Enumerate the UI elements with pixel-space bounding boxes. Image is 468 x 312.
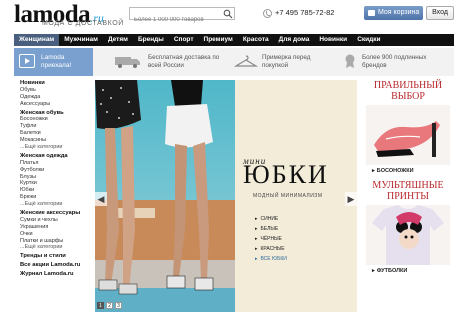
promo-title-line2: ВЫБОР [391, 91, 425, 102]
banner-title: ЮБКИ [243, 160, 329, 189]
sidebar-item[interactable]: Мокасины [14, 137, 93, 144]
sidebar-item[interactable]: Платки и шарфы [14, 238, 93, 245]
sidebar-trends[interactable]: Тренды и стили [14, 253, 93, 260]
banner-link-white[interactable]: БЕЛЫЕ [255, 224, 287, 234]
benefit-fitting: Примерка перед покупкой [262, 54, 311, 69]
banner-links: СИНИЕ БЕЛЫЕ ЧЁРНЫЕ КРАСНЫЕ ВСЕ ЮБКИ [255, 214, 287, 264]
main-nav: Женщинам Мужчинам Детям Бренды Спорт Пре… [14, 34, 454, 46]
banner-link-black[interactable]: ЧЁРНЫЕ [255, 234, 287, 244]
sidebar-item[interactable]: Украшения [14, 224, 93, 231]
sidebar-item[interactable]: Балетки [14, 130, 93, 137]
promo-line2: приехала! [41, 62, 72, 69]
truck-icon [115, 57, 140, 68]
logo-tagline: МОДА С ДОСТАВКОЙ [42, 20, 124, 27]
banner-link-blue[interactable]: СИНИЕ [255, 214, 287, 224]
cart-label: Моя корзина [378, 9, 420, 16]
benefit-brands: Более 900 подлинных брендов [362, 54, 427, 69]
pager-dot-2[interactable]: 2 [106, 302, 113, 309]
sandal-icon [374, 121, 440, 157]
banner-photo [95, 80, 235, 312]
sidebar-more[interactable]: ...Ещё категории [14, 201, 93, 208]
cart-icon [368, 10, 375, 16]
nav-item-kids[interactable]: Детям [103, 34, 133, 46]
sidebar-item[interactable]: Обувь [14, 87, 93, 94]
promo-title-line2: ПРИНТЫ [386, 191, 430, 202]
logo[interactable]: lamoda.ru МОДА С ДОСТАВКОЙ [14, 1, 123, 29]
promo-card-tshirts[interactable]: МУЛЬТЯШНЫЕ ПРИНТЫ ФУТБОЛКИ [362, 180, 454, 274]
search-box[interactable] [129, 7, 235, 26]
banner-subtitle: МОДНЫЙ МИНИМАЛИЗМ [253, 193, 323, 199]
sidebar-item[interactable]: Сумки и чехлы [14, 217, 93, 224]
slider-pager: 1 2 3 [97, 302, 122, 309]
nav-item-new[interactable]: Новинки [314, 34, 352, 46]
phone-number: +7 495 785-72-82 [275, 8, 335, 17]
site-header: lamoda.ru МОДА С ДОСТАВКОЙ +7 495 785-72… [0, 0, 468, 34]
slider-next-arrow-icon[interactable]: ▶ [345, 192, 357, 206]
tshirt-icon [372, 205, 444, 265]
sidebar-item[interactable]: Платья [14, 160, 93, 167]
sidebar-item[interactable]: Куртки [14, 180, 93, 187]
nav-item-men[interactable]: Мужчинам [59, 34, 103, 46]
sandals-image [366, 105, 450, 165]
sidebar-more[interactable]: ...Ещё категории [14, 244, 93, 251]
nav-item-premium[interactable]: Премиум [199, 34, 238, 46]
tshirt-image [366, 205, 450, 265]
promo-column: ПРАВИЛЬНЫЙ ВЫБОР БОСОНОЖКИ МУЛЬТЯШНЫЕ ПР… [362, 80, 454, 312]
slider-prev-arrow-icon[interactable]: ◀ [95, 192, 107, 206]
pager-dot-3[interactable]: 3 [115, 302, 122, 309]
nav-item-beauty[interactable]: Красота [238, 34, 274, 46]
phone-block: +7 495 785-72-82 [263, 8, 334, 18]
sidebar-item[interactable]: Юбки [14, 187, 93, 194]
phone-icon [263, 8, 272, 18]
sidebar-item[interactable]: Блузы [14, 174, 93, 181]
benefits-bar: Lamoda приехала! Бесплатная доставка по … [14, 48, 454, 76]
promo-caption-tshirts[interactable]: ФУТБОЛКИ [362, 268, 454, 274]
sidebar-journal[interactable]: Журнал Lamoda.ru [14, 271, 93, 278]
promo-line1: Lamoda [41, 54, 65, 61]
search-icon[interactable] [223, 9, 233, 19]
nav-item-women[interactable]: Женщинам [14, 34, 60, 46]
banner-link-all[interactable]: ВСЕ ЮБКИ [255, 254, 287, 264]
sidebar-head-clothes[interactable]: Женская одежда [14, 153, 93, 160]
sidebar-head-accessories[interactable]: Женские аксессуары [14, 210, 93, 217]
cart-button[interactable]: Моя корзина [364, 6, 423, 20]
promo-video[interactable]: Lamoda приехала! [14, 48, 93, 76]
sidebar-item[interactable]: Босоножки [14, 116, 93, 123]
sidebar-head-new[interactable]: Новинки [14, 80, 93, 87]
sidebar-head-shoes[interactable]: Женская обувь [14, 110, 93, 117]
hero-banner[interactable]: мини ЮБКИ МОДНЫЙ МИНИМАЛИЗМ СИНИЕ БЕЛЫЕ … [95, 80, 357, 312]
search-input[interactable] [130, 14, 220, 26]
sidebar-more[interactable]: ...Ещё категории [14, 144, 93, 151]
promo-title-line1: МУЛЬТЯШНЫЕ [372, 180, 444, 191]
play-icon [19, 54, 35, 68]
banner-link-red[interactable]: КРАСНЫЕ [255, 244, 287, 254]
login-button[interactable]: Вход [426, 6, 454, 20]
sidebar-item[interactable]: Брюки [14, 194, 93, 201]
sidebar-item[interactable]: Аксессуары [14, 101, 93, 108]
badge-icon [345, 54, 355, 68]
sidebar-item[interactable]: Футболки [14, 167, 93, 174]
nav-item-home[interactable]: Для дома [274, 34, 315, 46]
sidebar-all-actions[interactable]: Все акции Lamoda.ru [14, 262, 93, 269]
promo-title-line1: ПРАВИЛЬНЫЙ [373, 80, 443, 91]
category-sidebar: Новинки Обувь Одежда Аксессуары Женская … [14, 80, 93, 312]
nav-item-sale[interactable]: Скидки [352, 34, 385, 46]
nav-item-sport[interactable]: Спорт [169, 34, 199, 46]
promo-card-sandals[interactable]: ПРАВИЛЬНЫЙ ВЫБОР БОСОНОЖКИ [362, 80, 454, 174]
sidebar-item[interactable]: Очки [14, 231, 93, 238]
banner-text-panel: мини ЮБКИ МОДНЫЙ МИНИМАЛИЗМ СИНИЕ БЕЛЫЕ … [235, 80, 357, 312]
benefit-delivery: Бесплатная доставка по всей России [148, 54, 220, 69]
sidebar-item[interactable]: Одежда [14, 94, 93, 101]
sidebar-item[interactable]: Туфли [14, 123, 93, 130]
pager-dot-1[interactable]: 1 [97, 302, 104, 309]
hanger-icon [234, 55, 258, 67]
nav-item-brands[interactable]: Бренды [133, 34, 169, 46]
